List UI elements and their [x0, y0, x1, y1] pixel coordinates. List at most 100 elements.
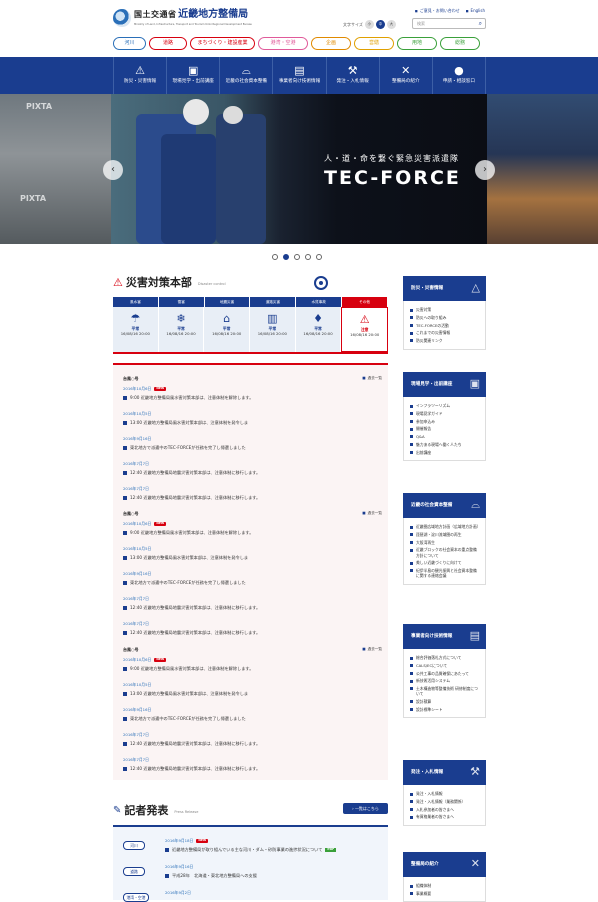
font-size-small-button[interactable]: 小: [364, 20, 374, 29]
slider-dot[interactable]: [272, 254, 278, 260]
sidebar-link[interactable]: 近畿圏広域地方計画（広域地方計画）: [410, 523, 481, 531]
news-link[interactable]: 12:40 近畿地方整備局地震災害対策本部は、注意体制に移行します。: [123, 741, 260, 746]
sidebar-link[interactable]: 事業概要: [410, 890, 479, 898]
sidebar-link[interactable]: 土木構造物等整備技術 研修制度について: [410, 685, 479, 698]
sidebar-link[interactable]: 公共工事の品質確保にあたって: [410, 669, 479, 677]
news-link[interactable]: 東北地方で派遣中のTEC-FORCEが任務を完了し帰還しました: [123, 716, 246, 721]
sidebar-link[interactable]: 近畿ブロックの社会資本の重点整備方針について: [410, 546, 479, 559]
sidebar-link[interactable]: 大阪湾再生: [410, 538, 479, 546]
category-port-button[interactable]: 港湾・空港: [258, 37, 308, 50]
sidebar-link[interactable]: 有資格業者の皆さまへ: [410, 813, 479, 821]
nav-item-about[interactable]: ✕ 整備局の紹介: [378, 57, 432, 94]
nav-item-bidding[interactable]: ⚒ 発注・入札情報: [325, 57, 379, 94]
sidebar-link[interactable]: Q&A: [410, 433, 479, 441]
status-cell-earthquake[interactable]: ⌂ 平常 16/08/16 20:00: [204, 307, 251, 352]
category-road-button[interactable]: 道路: [149, 37, 187, 50]
sidebar-link[interactable]: 組織体制: [410, 882, 479, 890]
category-town-button[interactable]: まちづくり・建設産業: [190, 37, 255, 50]
sidebar-heading[interactable]: 防災・災害情報 △: [403, 276, 486, 301]
category-general-button[interactable]: 総務: [440, 37, 480, 50]
sidebar-link[interactable]: 発注・入札情報: [410, 790, 479, 798]
news-link[interactable]: 東北地方で派遣中のTEC-FORCEが任務を完了し帰還しました: [123, 445, 246, 450]
press-tag[interactable]: 道路: [123, 867, 145, 876]
sidebar-link[interactable]: 出前講座: [410, 448, 479, 456]
sidebar-link[interactable]: これまでの災害情報: [410, 329, 479, 337]
contact-link[interactable]: ご意見・お問い合わせ: [415, 8, 460, 14]
status-cell-snow[interactable]: ❄ 平常 16/08/16 20:00: [158, 307, 205, 352]
search-icon[interactable]: ⌕: [479, 20, 482, 28]
news-link[interactable]: 東北地方で派遣中のTEC-FORCEが任務を完了し帰還しました: [123, 580, 246, 585]
sidebar-link[interactable]: 新技術活用システム: [410, 677, 479, 685]
sidebar-link[interactable]: 防災関連リンク: [410, 337, 479, 345]
press-link[interactable]: 平成28年 北海道・東北地方整備局への支援: [165, 873, 257, 878]
sidebar-link[interactable]: 災害対策: [410, 306, 479, 314]
news-link[interactable]: 13:00 近畿地方整備局風水害対策本部は、注意体制を発令しま: [123, 555, 248, 560]
sidebar-link[interactable]: 発注・入札情報（業務関係）: [410, 798, 479, 806]
sidebar-heading[interactable]: 発注・入札情報 ⚒: [403, 760, 486, 785]
press-tag[interactable]: 河川: [123, 841, 145, 850]
sidebar-link[interactable]: 魅力ある現場へ働く人たち: [410, 441, 479, 449]
news-link[interactable]: 12:40 近畿地方整備局地震災害対策本部は、注意体制に移行します。: [123, 495, 260, 500]
slider-dot[interactable]: [316, 254, 322, 260]
english-link[interactable]: English: [466, 8, 485, 14]
slider-dot[interactable]: [305, 254, 311, 260]
press-link[interactable]: 近畿地方整備局が取り組んでいる主な河川・ダム・砂防事業の進捗状況について PDF: [165, 847, 337, 852]
news-link[interactable]: 12:40 近畿地方整備局地震災害対策本部は、注意体制に移行します。: [123, 766, 260, 771]
category-river-button[interactable]: 河川: [113, 37, 146, 50]
news-link[interactable]: 9:00 近畿地方整備局風水害対策本部は、注意体制を解除します。: [123, 395, 253, 400]
sidebar-link[interactable]: TEC-FORCEの活動: [410, 321, 479, 329]
status-cell-road[interactable]: ▥ 平常 16/08/16 20:00: [250, 307, 296, 352]
sidebar-link[interactable]: 参加申込み: [410, 417, 479, 425]
news-link[interactable]: 12:40 近畿地方整備局地震災害対策本部は、注意体制に移行します。: [123, 630, 260, 635]
sidebar-link[interactable]: インフラツーリズム: [410, 402, 479, 410]
search-input[interactable]: 検索 ⌕: [412, 18, 486, 29]
sidebar-link[interactable]: 入札参加者の皆さまへ: [410, 805, 479, 813]
status-cell-other[interactable]: ⚠ 注意 16/08/16 20:00: [341, 307, 389, 352]
sidebar-link[interactable]: 美しい近畿づくりに向けて: [410, 559, 479, 567]
slider-prev-button[interactable]: ‹: [103, 160, 123, 180]
hero-person-shape: [216, 114, 266, 244]
past-list-link[interactable]: 過去一覧: [362, 511, 382, 515]
category-planning-button[interactable]: 企画: [311, 37, 351, 50]
nav-item-infrastructure[interactable]: ⌓ 近畿の社会資本整備: [219, 57, 272, 94]
sidebar-heading[interactable]: 近畿の社会資本整備 ⌓: [403, 493, 486, 518]
font-size-medium-button[interactable]: 中: [375, 20, 385, 29]
news-link[interactable]: 12:40 近畿地方整備局地震災害対策本部は、注意体制に移行します。: [123, 605, 260, 610]
disaster-title-en: Disaster control: [197, 282, 226, 287]
sidebar-link[interactable]: CALS/ECについて: [410, 662, 479, 670]
sidebar-heading[interactable]: 事業者向け技術情報 ▤: [403, 624, 486, 649]
nav-item-disaster[interactable]: ⚠ 防災・災害情報: [113, 57, 166, 94]
sidebar-link[interactable]: 設計積算: [410, 698, 479, 706]
site-logo[interactable]: 国土交通省 近畿地方整備局 Ministry of Land, Infrastr…: [113, 9, 252, 27]
sidebar-link[interactable]: 開催報告: [410, 425, 479, 433]
press-tag[interactable]: 港湾・空港: [123, 893, 149, 902]
slider-next-button[interactable]: ›: [475, 160, 495, 180]
status-cell-flood[interactable]: ☂ 平常 16/08/16 20:00: [113, 307, 159, 352]
news-link[interactable]: 13:00 近畿地方整備局風水害対策本部は、注意体制を発令しま: [123, 420, 248, 425]
sidebar-link[interactable]: 現場見学ガイド: [410, 410, 479, 418]
nav-item-application[interactable]: ● 申請・相談窓口: [431, 57, 486, 94]
slider-dot-active[interactable]: [283, 254, 289, 260]
news-link[interactable]: 12:40 近畿地方整備局地震災害対策本部は、注意体制に移行します。: [123, 470, 260, 475]
category-land-button[interactable]: 用地: [397, 37, 437, 50]
sidebar-link[interactable]: 紀伊半島の観光振興と社会資本整備に関する連絡会議: [410, 567, 479, 580]
slider-dot[interactable]: [294, 254, 300, 260]
past-list-link[interactable]: 過去一覧: [362, 647, 382, 651]
font-size-large-button[interactable]: 大: [386, 20, 396, 29]
sidebar-link[interactable]: 設計標準シート: [410, 705, 479, 713]
nav-item-tech-info[interactable]: ▤ 事業者向け技術情報: [272, 57, 325, 94]
sidebar-heading[interactable]: 現場見学・出前講座 ▣: [403, 372, 486, 397]
category-building-button[interactable]: 営繕: [354, 37, 394, 50]
nav-item-tour[interactable]: ▣ 現場見学・出前講座: [166, 57, 219, 94]
status-cell-water[interactable]: ♦ 平常 16/08/16 20:00: [295, 307, 342, 352]
sidebar-heading[interactable]: 整備局の紹介 ✕: [403, 852, 486, 877]
news-link[interactable]: 13:00 近畿地方整備局風水害対策本部は、注意体制を発令しま: [123, 691, 248, 696]
news-link[interactable]: 9:00 近畿地方整備局風水害対策本部は、注意体制を解除します。: [123, 666, 253, 671]
document-icon: ▤: [469, 629, 480, 642]
press-list-button[interactable]: › 一覧はこちら: [343, 803, 388, 814]
sidebar-link[interactable]: 総合評価落札方式について: [410, 654, 479, 662]
sidebar-link[interactable]: 琵琶湖・淀川流域圏の再生: [410, 531, 479, 539]
past-list-link[interactable]: 過去一覧: [362, 376, 382, 380]
news-link[interactable]: 9:00 近畿地方整備局風水害対策本部は、注意体制を解除します。: [123, 530, 253, 535]
sidebar-link[interactable]: 防災への取り組み: [410, 314, 479, 322]
